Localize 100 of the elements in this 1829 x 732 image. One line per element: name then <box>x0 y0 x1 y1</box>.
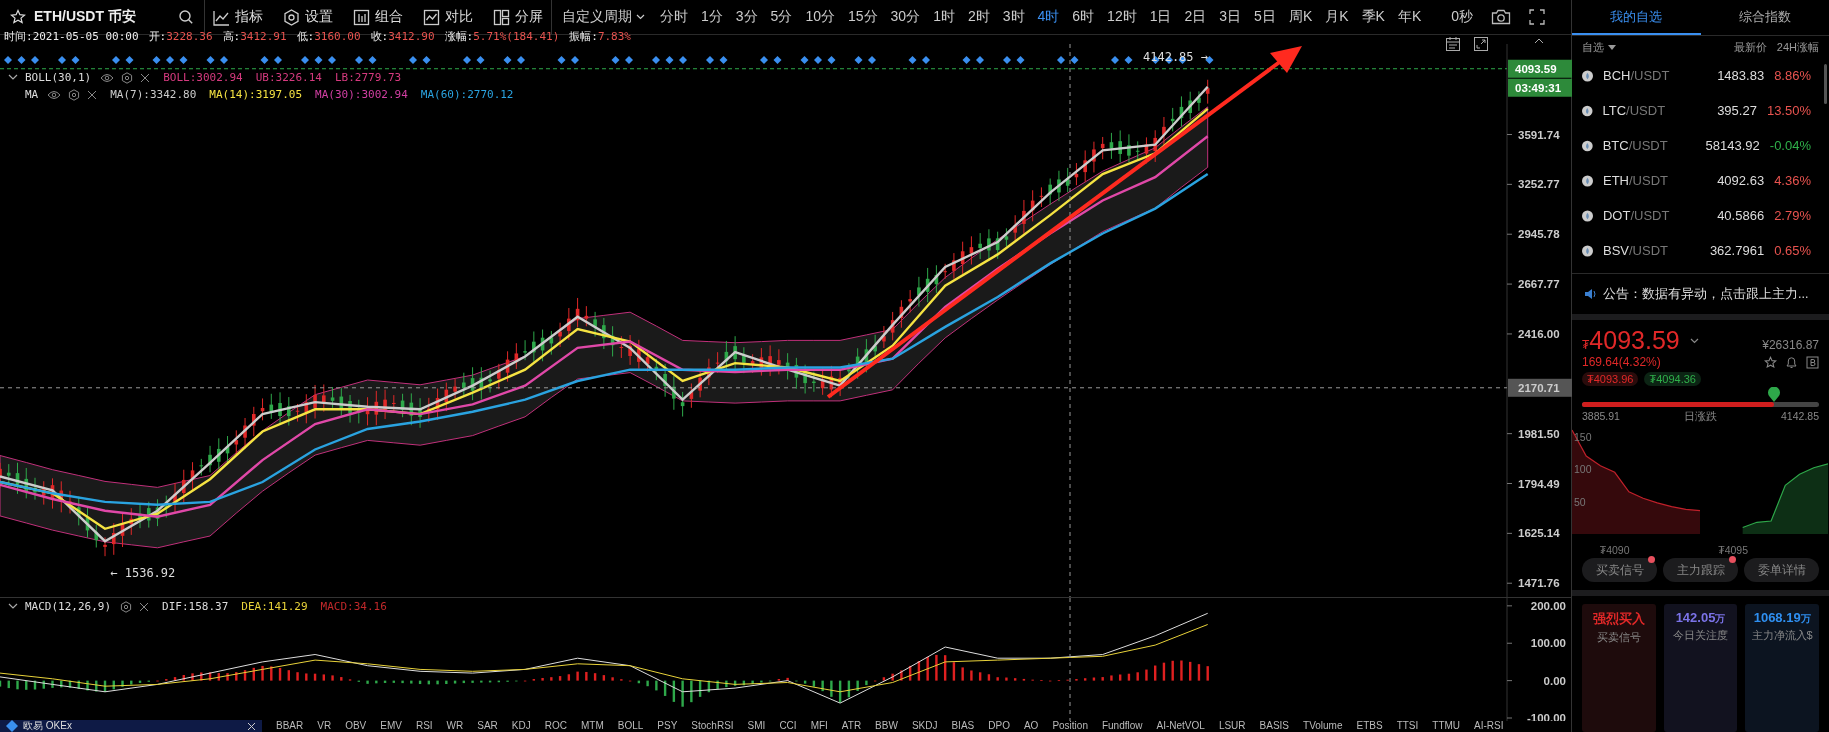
indicator-tab[interactable]: SKDJ <box>911 721 938 731</box>
symbol-title: ETH/USDT 币安 <box>34 8 136 26</box>
indicator-tab[interactable]: TVolume <box>1303 721 1343 731</box>
column-header: 24H涨幅 <box>1776 39 1819 55</box>
indicator-tab[interactable]: ATR <box>841 721 862 731</box>
period-tab[interactable]: 3日 <box>1219 8 1242 26</box>
pair-name[interactable]: DOT/USDT <box>1603 208 1690 223</box>
toolbar-button[interactable]: 对比 <box>423 8 473 26</box>
depth-price-label: ₮4090 <box>1599 544 1630 556</box>
pair-name[interactable]: LTC/USDT <box>1602 103 1686 118</box>
period-tab[interactable]: 3时 <box>1002 8 1025 26</box>
period-tab[interactable]: 5分 <box>770 8 793 26</box>
indicator-tab[interactable]: TTSI <box>1396 721 1419 731</box>
indicator-tab[interactable]: AI-NetVOL <box>1156 721 1205 731</box>
period-tab[interactable]: 季K <box>1361 8 1385 26</box>
custom-period-dropdown[interactable]: 自定义周期 <box>562 8 645 26</box>
pair-name[interactable]: ETH/USDT <box>1603 173 1690 188</box>
period-tab[interactable]: 4时 <box>1037 8 1060 26</box>
price-axis-label: 2667.77 <box>1518 278 1560 291</box>
indicator-tab[interactable]: BIAS <box>951 721 975 731</box>
period-tab[interactable]: 30分 <box>890 8 921 26</box>
indicator-tab[interactable]: RSI <box>415 721 433 731</box>
indicator-tab[interactable]: OBV <box>345 721 367 731</box>
cny-price: ¥26316.87 <box>1762 338 1819 352</box>
stat-label: 主力净流入$ <box>1751 628 1813 643</box>
last-price: 40.5866 <box>1716 208 1765 223</box>
last-price-tag: 4093.59 <box>1508 59 1572 78</box>
indicator-tab[interactable]: SMI <box>747 721 766 731</box>
stat-card[interactable]: 强烈买入 买卖信号 <box>1582 604 1656 732</box>
indicator-tab[interactable]: ETBS <box>1356 721 1383 731</box>
last-price: 395.27 <box>1716 103 1757 118</box>
change-percent: 2.79% <box>1774 208 1811 223</box>
stat-card[interactable]: 1068.19万 主力净流入$ <box>1745 604 1819 732</box>
period-tab[interactable]: 周K <box>1288 8 1313 26</box>
indicator-tab[interactable]: BASIS <box>1259 721 1290 731</box>
feature-button[interactable]: 委单详情 <box>1744 558 1819 582</box>
indicator-tab[interactable]: BBW <box>875 721 898 731</box>
macd-axis-label: 0.00 <box>1543 674 1566 687</box>
indicator-tab[interactable]: Position <box>1052 721 1088 731</box>
change-percent: 0.65% <box>1774 243 1811 258</box>
indicator-tab[interactable]: WR <box>446 721 464 731</box>
indicator-tab[interactable]: BOLL <box>617 721 644 731</box>
indicator-tab[interactable]: Fundflow <box>1101 721 1143 731</box>
indicator-tab[interactable]: MFI <box>810 721 828 731</box>
feature-button[interactable]: 买卖信号 <box>1582 558 1657 582</box>
period-tab[interactable]: 12时 <box>1107 8 1137 26</box>
indicator-tab[interactable]: TTMU <box>1432 721 1461 731</box>
indicator-tab[interactable]: DPO <box>988 721 1010 731</box>
toolbar-button[interactable]: 组合 <box>353 8 403 26</box>
range-label: 日涨跌 <box>1684 410 1717 424</box>
low-price-label: ← 1536.92 <box>110 566 176 581</box>
announcement-text[interactable]: 公告：数据有异动，点击跟上主力... <box>1603 285 1809 303</box>
indicator-tab[interactable]: VR <box>317 721 332 731</box>
period-tab[interactable]: 2时 <box>967 8 990 26</box>
current-price: 4093.59 <box>1589 326 1680 355</box>
period-tab[interactable]: 1时 <box>933 8 955 26</box>
indicator-tab[interactable]: StochRSI <box>691 721 734 731</box>
toolbar-button[interactable]: 指标 <box>213 8 263 26</box>
column-header[interactable]: 自选 <box>1582 39 1616 55</box>
pair-name[interactable]: BTC/USDT <box>1602 138 1688 153</box>
period-tab[interactable]: 10分 <box>805 8 835 26</box>
period-tab[interactable]: 15分 <box>847 8 878 26</box>
indicator-tab[interactable]: KDJ <box>511 721 531 731</box>
toolbar-button[interactable]: 设置 <box>283 8 333 26</box>
indicator-tab[interactable]: BBAR <box>276 721 304 731</box>
ohlc-info-text: 高:3412.91 <box>222 30 287 44</box>
macd-axis-label: 200.00 <box>1530 599 1566 612</box>
period-tab[interactable]: 年K <box>1397 8 1422 26</box>
panel-tab[interactable]: 综合指数 <box>1700 0 1829 35</box>
indicator-name: MA <box>25 88 39 101</box>
stat-value: 1068.19万 <box>1753 610 1811 626</box>
period-tab[interactable]: 1分 <box>701 8 723 26</box>
pair-name[interactable]: BSV/USDT <box>1603 243 1690 258</box>
ad-banner[interactable]: 欧易 OKEx <box>0 720 262 732</box>
feature-button[interactable]: 主力跟踪 <box>1663 558 1738 582</box>
indicator-value: UB:3226.14 <box>255 71 322 84</box>
indicator-tab[interactable]: SAR <box>477 721 498 731</box>
indicator-tab[interactable]: EMV <box>380 721 402 731</box>
toolbar-button[interactable]: 分屏 <box>493 8 543 26</box>
bid-price: ₮4093.96 <box>1582 372 1639 386</box>
panel-tab[interactable]: 我的自选 <box>1572 0 1701 35</box>
period-tab[interactable]: 月K <box>1325 8 1349 26</box>
stat-card[interactable]: 142.05万 今日关注度 <box>1663 604 1738 732</box>
indicator-tab[interactable]: AO <box>1023 721 1039 731</box>
period-tab[interactable]: 分时 <box>660 8 688 26</box>
change-percent: 13.50% <box>1766 103 1811 118</box>
period-tab[interactable]: 6时 <box>1072 8 1095 26</box>
indicator-tab[interactable]: PSY <box>657 721 678 731</box>
period-tab[interactable]: 5日 <box>1254 8 1276 26</box>
indicator-tab[interactable]: CCI <box>779 721 797 731</box>
indicator-tab[interactable]: MTM <box>581 721 604 731</box>
indicator-tab[interactable]: AI-RSI <box>1474 721 1504 731</box>
pair-name[interactable]: BCH/USDT <box>1603 68 1690 83</box>
indicator-tab[interactable]: ROC <box>544 721 567 731</box>
ad-text: 欧易 OKEx <box>23 721 72 731</box>
period-tab[interactable]: 2日 <box>1184 8 1207 26</box>
period-tab[interactable]: 3分 <box>735 8 758 26</box>
period-tab[interactable]: 1日 <box>1149 8 1172 26</box>
indicator-tab[interactable]: LSUR <box>1218 721 1246 731</box>
ask-price: ₮4094.36 <box>1644 372 1701 386</box>
